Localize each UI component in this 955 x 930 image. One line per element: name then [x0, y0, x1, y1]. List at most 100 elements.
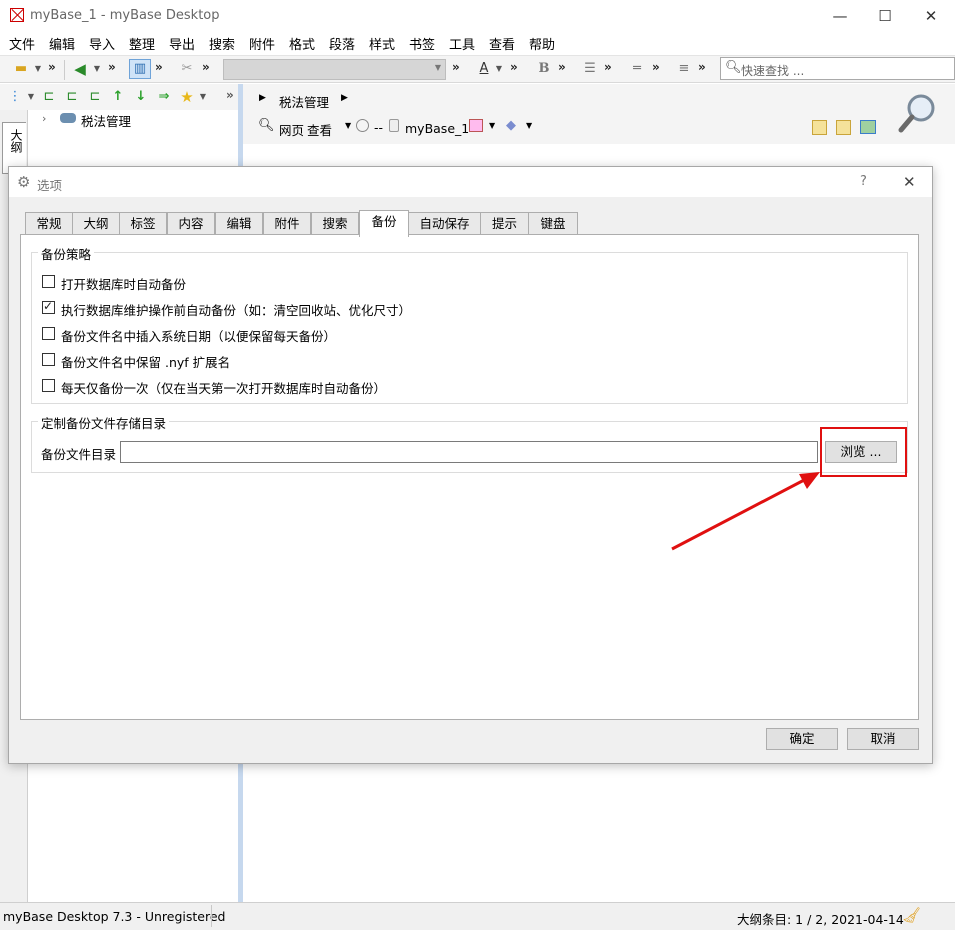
checkbox-label: 每天仅备份一次（仅在当天第一次打开数据库时自动备份） — [61, 381, 387, 396]
open-dropdown-arrow-icon[interactable]: ▼ — [33, 61, 43, 77]
checkbox[interactable] — [42, 275, 55, 288]
maximize-button[interactable]: ☐ — [874, 6, 896, 26]
menu-attachments[interactable]: 附件 — [249, 34, 275, 53]
backup-strategy-group: 备份策略 打开数据库时自动备份 执行数据库维护操作前自动备份（如：清空回收站、优… — [31, 244, 908, 404]
indent-icon[interactable]: ≡ — [676, 61, 692, 77]
add-item-icon[interactable]: ⊏ — [87, 89, 103, 105]
tab-labels[interactable]: 标签 — [119, 212, 167, 236]
star-dropdown-icon[interactable]: ▼ — [198, 89, 208, 105]
close-window-button[interactable]: ✕ — [920, 6, 942, 26]
highlight-box — [820, 427, 907, 477]
tab-attachments[interactable]: 附件 — [263, 212, 311, 236]
tab-keyboard[interactable]: 键盘 — [528, 212, 578, 236]
menu-export[interactable]: 导出 — [169, 34, 195, 53]
cancel-button[interactable]: 取消 — [847, 728, 919, 750]
find-in-page-icon[interactable] — [836, 120, 851, 135]
calendar-icon[interactable] — [469, 119, 483, 132]
magnifier-icon[interactable]: 🔍︎ — [258, 118, 275, 133]
toolbar-overflow-chevron[interactable]: » — [652, 60, 660, 74]
font-color-dropdown-icon[interactable]: ▼ — [494, 61, 504, 77]
back-dropdown-arrow-icon[interactable]: ▼ — [92, 61, 102, 77]
breadcrumb[interactable]: 税法管理 — [279, 92, 329, 111]
checkbox[interactable] — [42, 379, 55, 392]
toolbar-overflow-chevron[interactable]: » — [510, 60, 518, 74]
tab-general[interactable]: 常规 — [25, 212, 73, 236]
move-right-icon[interactable]: ⇒ — [156, 89, 172, 105]
checkbox-label: 打开数据库时自动备份 — [61, 277, 187, 292]
dialog-close-button[interactable]: ✕ — [903, 173, 916, 191]
open-folder-icon[interactable]: ▬ — [13, 61, 29, 77]
view-mode-label[interactable]: 查看 — [307, 120, 332, 139]
toolbar-overflow-chevron[interactable]: » — [226, 88, 234, 102]
tab-backup[interactable]: 备份 — [359, 210, 409, 237]
window-view-icon[interactable] — [860, 120, 876, 134]
menu-view[interactable]: 查看 — [489, 34, 515, 53]
toolbar-overflow-chevron[interactable]: » — [558, 60, 566, 74]
broom-icon[interactable]: 🧹︎ — [902, 906, 921, 924]
toolbar-overflow-chevron[interactable]: » — [452, 60, 460, 74]
menu-search[interactable]: 搜索 — [209, 34, 235, 53]
dialog-title: 选项 — [37, 178, 63, 193]
menu-paragraph[interactable]: 段落 — [329, 34, 355, 53]
view-dropdown-icon[interactable]: ▼ — [345, 121, 351, 130]
menu-edit[interactable]: 编辑 — [49, 34, 75, 53]
menu-organize[interactable]: 整理 — [129, 34, 155, 53]
tab-outline[interactable]: 大纲 — [72, 212, 120, 236]
toolbar-overflow-chevron[interactable]: » — [155, 60, 163, 74]
move-up-icon[interactable]: ↑ — [110, 89, 126, 105]
tag-dropdown-icon[interactable]: ▼ — [526, 121, 532, 130]
outline-dropdown-icon[interactable]: ▼ — [26, 89, 36, 105]
numbered-list-icon[interactable]: ☰ — [582, 61, 598, 77]
tab-edit[interactable]: 编辑 — [215, 212, 263, 236]
checkbox-checked[interactable] — [42, 299, 55, 314]
bold-icon[interactable]: B — [536, 61, 552, 77]
group-caption: 备份策略 — [38, 244, 95, 263]
chevron-down-icon: ▼ — [434, 63, 441, 72]
toolbar-overflow-chevron[interactable]: » — [48, 60, 56, 74]
outline-tree-icon[interactable]: ⋮ — [7, 89, 23, 105]
quick-search-input[interactable]: 🔍︎ 快速查找 ... — [720, 57, 955, 80]
star-icon[interactable]: ★ — [179, 89, 195, 105]
tab-tips[interactable]: 提示 — [480, 212, 529, 236]
back-arrow-icon[interactable]: ◀ — [72, 61, 88, 77]
tag-icon[interactable]: ◆ — [506, 118, 516, 133]
tab-autosave[interactable]: 自动保存 — [408, 212, 481, 236]
menu-bookmarks[interactable]: 书签 — [409, 34, 435, 53]
ok-button[interactable]: 确定 — [766, 728, 838, 750]
window-title: myBase_1 - myBase Desktop — [30, 8, 220, 23]
font-name-combo[interactable]: ▼ — [223, 59, 446, 80]
calendar-dropdown-icon[interactable]: ▼ — [489, 121, 495, 130]
tab-content[interactable]: 内容 — [167, 212, 215, 236]
checkbox[interactable] — [42, 327, 55, 340]
toolbar-overflow-chevron[interactable]: » — [604, 60, 612, 74]
add-child-icon[interactable]: ⊏ — [41, 89, 57, 105]
layout-panel-icon[interactable]: ▥ — [129, 59, 151, 79]
add-sibling-icon[interactable]: ⊏ — [64, 89, 80, 105]
minimize-button[interactable]: — — [829, 6, 851, 26]
tree-item-label[interactable]: 税法管理 — [81, 111, 131, 130]
tab-search[interactable]: 搜索 — [311, 212, 359, 236]
menu-file[interactable]: 文件 — [9, 34, 35, 53]
help-button[interactable]: ? — [860, 174, 867, 189]
expand-chevron-icon[interactable]: › — [42, 112, 46, 125]
menu-import[interactable]: 导入 — [89, 34, 115, 53]
menu-style[interactable]: 样式 — [369, 34, 395, 53]
quick-search-placeholder: 快速查找 ... — [741, 64, 805, 78]
view-type-label[interactable]: 网页 — [279, 120, 304, 139]
toolbar-overflow-chevron[interactable]: » — [108, 60, 116, 74]
menu-tools[interactable]: 工具 — [449, 34, 475, 53]
title-bar: myBase_1 - myBase Desktop — ☐ ✕ — [0, 0, 955, 32]
checkbox[interactable] — [42, 353, 55, 366]
toolbar-overflow-chevron[interactable]: » — [202, 60, 210, 74]
toolbar-overflow-chevron[interactable]: » — [698, 60, 706, 74]
database-icon — [60, 113, 76, 123]
menu-help[interactable]: 帮助 — [529, 34, 555, 53]
cut-scissors-icon[interactable]: ✂ — [179, 61, 195, 77]
search-magnifier-icon[interactable] — [897, 92, 937, 136]
edit-pencil-icon[interactable] — [812, 120, 827, 135]
menu-format[interactable]: 格式 — [289, 34, 315, 53]
horizontal-rule-icon[interactable]: ═ — [629, 61, 645, 77]
status-bar: myBase Desktop 7.3 - Unregistered 大纲条目: … — [0, 902, 955, 930]
move-down-icon[interactable]: ↓ — [133, 89, 149, 105]
font-color-icon[interactable]: A — [476, 61, 492, 77]
